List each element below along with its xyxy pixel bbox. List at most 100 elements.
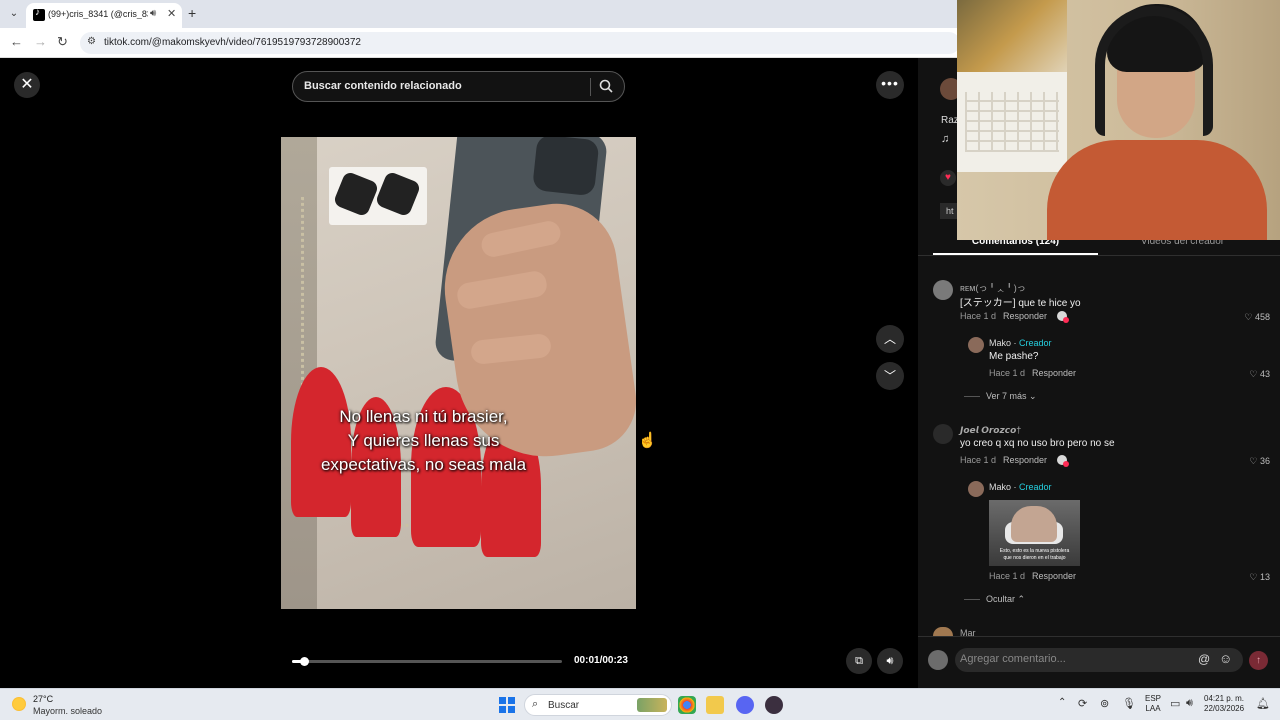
sticker-badge-shape [332, 170, 380, 218]
mention-at-icon[interactable]: @ [1198, 652, 1210, 666]
sync-icon[interactable]: ⟳ [1078, 697, 1087, 710]
view-more-replies[interactable]: Ver 7 más ⌄ [986, 391, 1037, 402]
hide-label: Ocultar [986, 594, 1016, 604]
comment-author[interactable]: 𝙅𝙤𝙚𝙡 𝙊𝙧𝙤𝙯𝙘𝙤† [960, 425, 1021, 436]
heart-icon[interactable]: ♥ [940, 170, 956, 186]
comment-text: yo creo q xq no uso bro pero no se [960, 438, 1115, 449]
reply-like-count[interactable]: ♡ 13 [1230, 572, 1270, 583]
reply-button[interactable]: Responder [1003, 455, 1047, 465]
avatar[interactable] [933, 627, 953, 636]
video-time: 00:01/00:23 [574, 655, 628, 666]
avatar[interactable] [933, 424, 953, 444]
reload-icon[interactable]: ↻ [57, 34, 68, 50]
close-tab-icon[interactable]: ✕ [167, 7, 176, 20]
picture-in-picture-icon[interactable]: ⧉ [846, 648, 872, 674]
comment-time: Hace 1 d [960, 455, 997, 465]
weather-temperature[interactable]: 27°C [33, 694, 53, 704]
comment-author[interactable]: Mar [960, 628, 976, 636]
more-options-button[interactable]: ••• [876, 71, 904, 99]
file-explorer-icon[interactable] [706, 696, 724, 714]
previous-video-chevron-up-icon[interactable]: ︿ [876, 325, 904, 353]
related-search-input[interactable]: Buscar contenido relacionado [292, 71, 625, 102]
image-caption-line: Esto, esto es la nueva pistolera [999, 548, 1070, 554]
back-arrow-icon[interactable]: ← [10, 34, 23, 49]
clock-time: 04:21 p. m. [1204, 694, 1245, 703]
display-icon[interactable]: ▭ [1170, 697, 1180, 710]
weather-sun-icon[interactable] [12, 697, 26, 711]
thread-line [964, 396, 980, 397]
avatar[interactable] [933, 280, 953, 300]
windows-taskbar: 27°C Mayorm. soleado ⌕ Buscar ⌃ ⟳ ⊚ 🎙︎ E… [0, 688, 1280, 720]
reply-author-name: Mako [989, 482, 1012, 492]
video-caption-line: No llenas ni tú brasier, [339, 407, 508, 426]
obs-app-icon[interactable] [765, 696, 783, 714]
tab-title: (99+)cris_8341 (@cris_8341 [48, 9, 148, 19]
forward-arrow-icon[interactable]: → [34, 34, 47, 49]
webcam-poster [957, 0, 1067, 72]
search-divider [590, 78, 591, 96]
hide-replies[interactable]: Ocultar ⌃ [986, 594, 1025, 605]
url-field[interactable]: ⚙ tiktok.com/@makomskyevh/video/76195197… [80, 32, 960, 54]
reply-author[interactable]: Mako · Creador [989, 338, 1052, 348]
sticker-badge-shape [374, 170, 422, 218]
send-arrow-up-icon[interactable]: ↑ [1249, 651, 1268, 670]
tray-chevron-up-icon[interactable]: ⌃ [1058, 697, 1066, 708]
search-placeholder[interactable]: Buscar contenido relacionado [304, 80, 462, 92]
notification-bell-icon[interactable]: 🔔︎ [1256, 697, 1270, 710]
weather-description[interactable]: Mayorm. soleado [33, 706, 102, 716]
webcam-calendar [957, 72, 1067, 172]
keyboard-layout: LAA [1145, 704, 1161, 713]
video-progress-handle[interactable] [299, 657, 309, 666]
search-icon[interactable] [599, 79, 613, 93]
view-more-label: Ver 7 más [986, 391, 1027, 401]
comment-time: Hace 1 d [960, 311, 997, 321]
taskbar-search-label[interactable]: Buscar [548, 700, 579, 711]
discord-app-icon[interactable] [736, 696, 754, 714]
webcam-person-shirt [1047, 140, 1267, 240]
video-progress-bar[interactable] [292, 657, 562, 666]
music-note-icon[interactable]: ♫ [941, 133, 949, 145]
reply-button[interactable]: Responder [1003, 311, 1047, 321]
comment-author[interactable]: ʀᴇᴍ(っ╹ᆺ╹)っ [960, 281, 1026, 294]
reply-author[interactable]: Mako · Creador [989, 482, 1052, 492]
like-count: 13 [1259, 572, 1270, 582]
composer-divider [918, 636, 1280, 637]
volume-icon[interactable]: 🔊︎ [1186, 697, 1193, 710]
system-clock[interactable]: 04:21 p. m. 22/03/2026 [1204, 694, 1244, 714]
avatar[interactable] [928, 650, 948, 670]
windows-start-icon[interactable] [499, 697, 515, 713]
thread-line [964, 599, 980, 600]
reply-button[interactable]: Responder [1032, 571, 1076, 581]
chrome-app-icon[interactable] [678, 696, 696, 714]
url-text[interactable]: tiktok.com/@makomskyevh/video/7619519793… [104, 37, 361, 48]
reply-like-count[interactable]: ♡ 43 [1230, 369, 1270, 380]
tab-search-menu-icon[interactable]: ⌄ [6, 6, 22, 22]
comment-like-count[interactable]: ♡ 458 [1230, 312, 1270, 323]
reply-button[interactable]: Responder [1032, 368, 1076, 378]
microphone-icon[interactable]: 🎙︎ [1122, 697, 1136, 710]
volume-icon[interactable]: 🔊︎ [877, 648, 903, 674]
close-video-button[interactable]: ✕ [14, 72, 40, 98]
video-frame[interactable]: No llenas ni tú brasier, Y quieres llena… [281, 137, 636, 609]
avatar[interactable] [968, 481, 984, 497]
comment-text: [ステッカー] que te hice yo [960, 298, 1081, 309]
comment-like-count[interactable]: ♡ 36 [1230, 456, 1270, 467]
emoji-icon[interactable]: ☺ [1219, 651, 1232, 666]
search-icon: ⌕ [532, 698, 539, 710]
taskbar-search[interactable]: ⌕ Buscar [524, 694, 672, 716]
new-tab-plus-icon[interactable]: + [188, 5, 196, 21]
creator-badge: Creador [1019, 338, 1052, 348]
next-video-chevron-down-icon[interactable]: ﹀ [876, 362, 904, 390]
like-count: 43 [1259, 369, 1270, 379]
image-shape [1011, 506, 1057, 542]
site-settings-icon[interactable]: ⚙ [87, 36, 96, 47]
browser-tab-active[interactable]: (99+)cris_8341 (@cris_8341 🔊︎ ✕ [26, 3, 182, 28]
comment-placeholder[interactable]: Agregar comentario... [960, 653, 1066, 665]
reply-image-sticker[interactable]: Esto, esto es la nueva pistolera que nos… [989, 500, 1080, 566]
comment-input[interactable]: Agregar comentario... @ ☺ [955, 648, 1243, 672]
avatar[interactable] [968, 337, 984, 353]
tabs-divider [918, 255, 1280, 256]
language-indicator[interactable]: ESP LAA [1145, 694, 1161, 714]
network-icon[interactable]: ⊚ [1100, 697, 1109, 710]
speaker-icon[interactable]: 🔊︎ [150, 8, 156, 19]
